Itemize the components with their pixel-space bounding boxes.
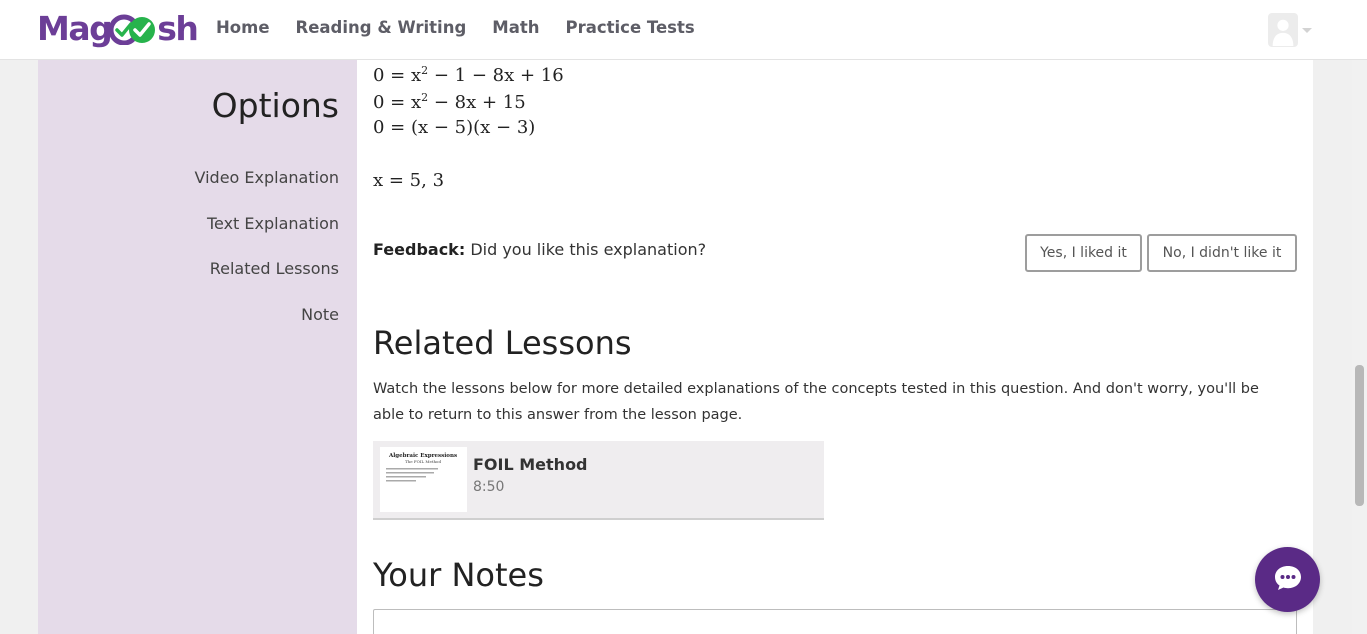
logo-check-icon [108, 11, 159, 46]
feedback-label: Feedback: [373, 240, 466, 259]
nav-practice-tests[interactable]: Practice Tests [565, 18, 694, 37]
feedback-no-button[interactable]: No, I didn't like it [1147, 234, 1297, 272]
feedback-prompt: Feedback: Did you like this explanation? [373, 240, 706, 259]
sidebar-item-text-explanation[interactable]: Text Explanation [207, 214, 339, 233]
main-content: 0 = x2 − 1 − 8x + 16 0 = x2 − 8x + 15 0 … [357, 60, 1313, 634]
scrollbar-thumb[interactable] [1355, 365, 1364, 506]
related-lessons-description: Watch the lessons below for more detaile… [373, 381, 1259, 423]
lesson-title: FOIL Method [473, 455, 588, 474]
math-step: 0 = x2 − 8x + 15 [373, 91, 526, 113]
sidebar-item-related-lessons[interactable]: Related Lessons [210, 259, 339, 278]
thumbnail-subtitle: The FOIL Method [405, 459, 442, 464]
nav-home[interactable]: Home [216, 18, 270, 37]
math-step: 0 = (x − 5)(x − 3) [373, 117, 536, 138]
lesson-card[interactable]: Algebraic Expressions The FOIL Method FO… [373, 441, 824, 520]
chevron-down-icon [1302, 27, 1312, 33]
account-menu[interactable] [1268, 12, 1312, 48]
magoosh-logo[interactable]: Mag sh [37, 8, 199, 48]
chat-button[interactable] [1255, 547, 1320, 612]
math-step: 0 = x2 − 1 − 8x + 16 [373, 64, 564, 86]
feedback-yes-button[interactable]: Yes, I liked it [1025, 234, 1142, 272]
top-navigation-bar: Mag sh Home Reading & Writing Math Pract… [0, 0, 1367, 60]
nav-reading-writing[interactable]: Reading & Writing [296, 18, 467, 37]
options-sidebar: Options Video Explanation Text Explanati… [38, 60, 357, 634]
feedback-question: Did you like this explanation? [470, 240, 707, 259]
options-title: Options [211, 86, 339, 125]
math-answer: x = 5, 3 [373, 170, 445, 191]
notes-textarea[interactable] [373, 609, 1297, 634]
lesson-thumbnail: Algebraic Expressions The FOIL Method [380, 447, 467, 512]
page-scrollbar[interactable] [1352, 60, 1367, 634]
logo-text-right: sh [157, 8, 199, 48]
sidebar-item-video-explanation[interactable]: Video Explanation [195, 168, 340, 187]
lesson-duration: 8:50 [473, 479, 505, 495]
nav-math[interactable]: Math [492, 18, 539, 37]
main-nav: Home Reading & Writing Math Practice Tes… [216, 18, 695, 37]
logo-text-left: Mag [37, 8, 113, 48]
user-avatar-icon [1268, 13, 1298, 47]
sidebar-item-note[interactable]: Note [301, 305, 339, 324]
related-lessons-heading: Related Lessons [373, 324, 632, 362]
chat-bubble-icon [1273, 564, 1303, 596]
your-notes-heading: Your Notes [373, 556, 544, 594]
